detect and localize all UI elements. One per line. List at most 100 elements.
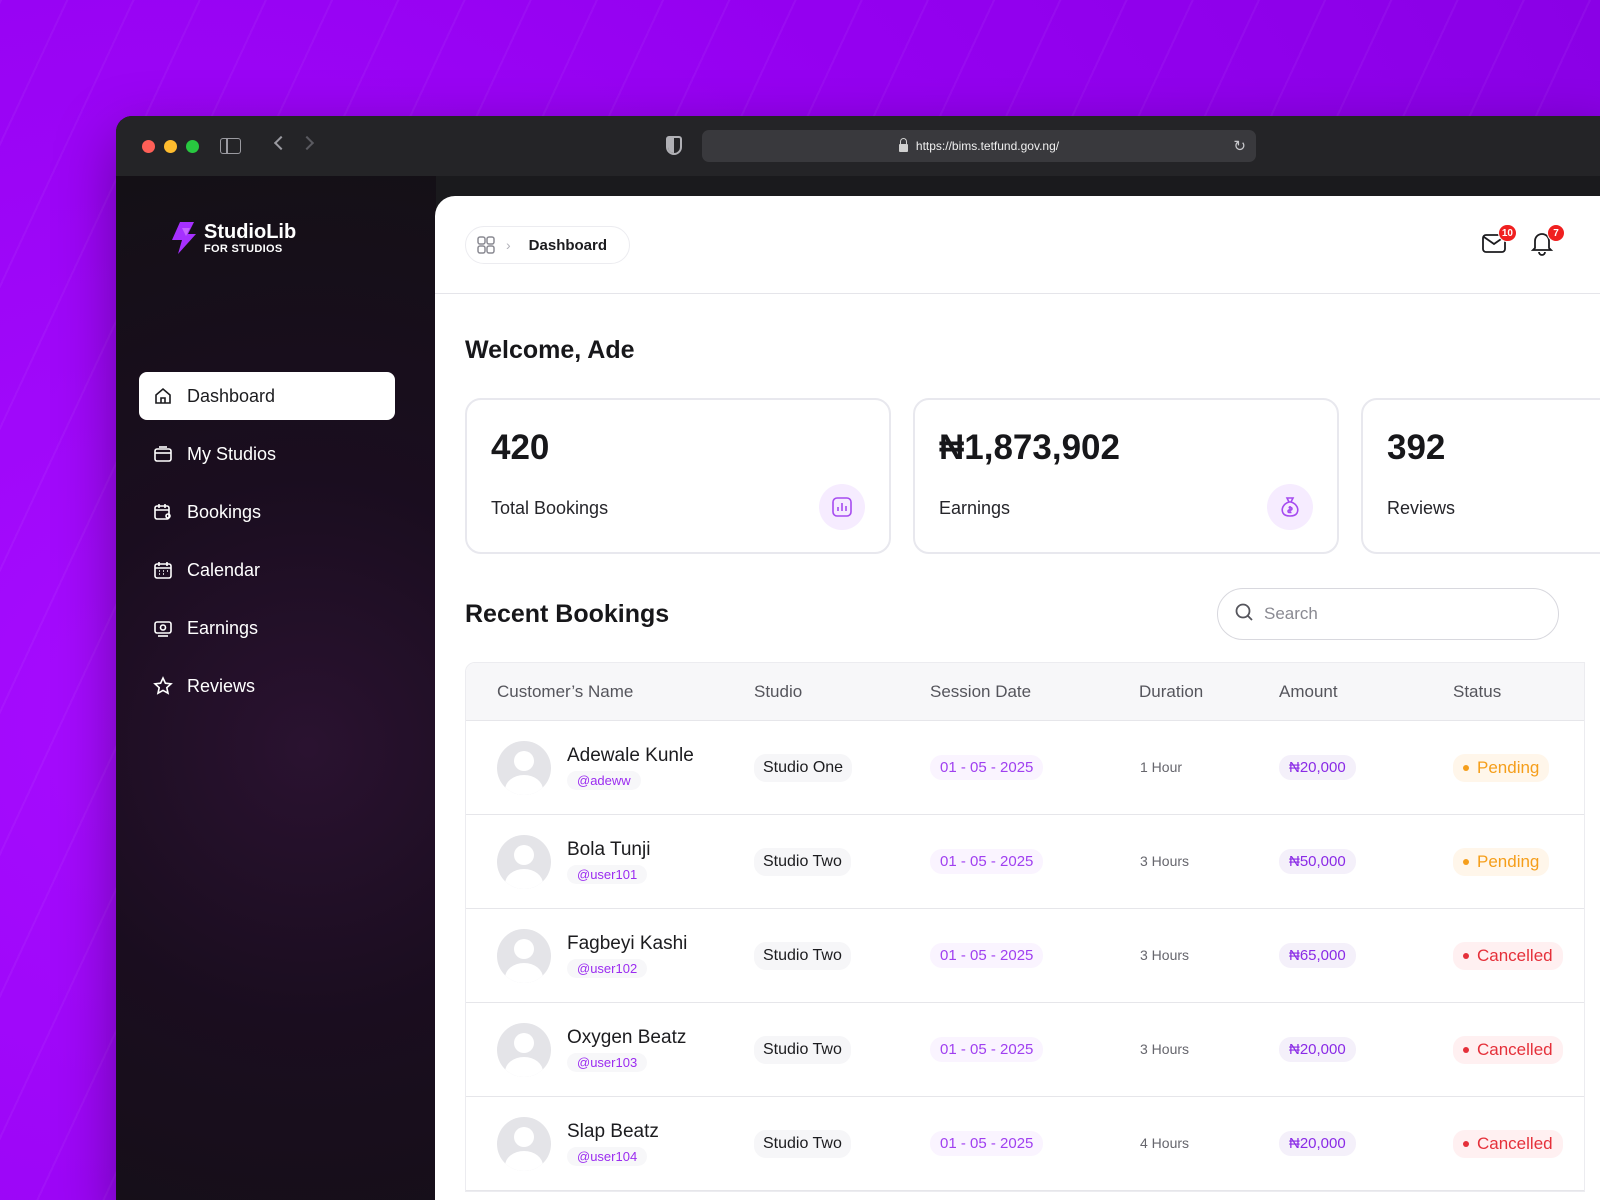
amount-cell: ₦20,000: [1279, 1037, 1356, 1062]
money-bag-icon: [1267, 484, 1313, 530]
duration-cell: 4 Hours: [1140, 1134, 1190, 1151]
sidebar-item-reviews[interactable]: Reviews: [139, 662, 395, 710]
sidebar-item-label: Reviews: [187, 675, 256, 696]
welcome-heading: Welcome, Ade: [465, 336, 635, 364]
avatar: [497, 1022, 551, 1077]
session-date-cell: 01 - 05 - 2025: [930, 755, 1044, 780]
amount-cell: ₦20,000: [1279, 755, 1356, 780]
logo-icon: [168, 220, 198, 256]
duration-cell: 3 Hours: [1140, 1040, 1190, 1057]
sidebar-item-bookings[interactable]: Bookings: [139, 488, 395, 536]
search-input[interactable]: [1264, 604, 1524, 624]
mail-button[interactable]: 10: [1481, 224, 1517, 260]
sidebar-menu: Dashboard My Studios Bookings Calendar E…: [139, 372, 395, 720]
avatar: [497, 928, 551, 983]
sidebar: StudioLib FOR STUDIOS Dashboard My Studi…: [116, 176, 436, 1200]
column-header-session-date[interactable]: Session Date: [930, 682, 1139, 702]
stats-row: 420 Total Bookings ₦1,873,902 Earnings 3…: [465, 398, 1600, 554]
star-icon: [153, 676, 173, 696]
status-badge: Cancelled: [1453, 1035, 1563, 1064]
customer-handle[interactable]: @user104: [567, 1147, 648, 1166]
sidebar-item-my-studios[interactable]: My Studios: [139, 430, 395, 478]
brand[interactable]: StudioLib FOR STUDIOS: [168, 220, 296, 256]
bell-icon: [1529, 233, 1555, 260]
session-date-cell: 01 - 05 - 2025: [930, 1131, 1044, 1156]
studio-cell: Studio Two: [754, 847, 851, 876]
amount-cell: ₦50,000: [1279, 849, 1356, 874]
maximize-window-button[interactable]: [186, 139, 199, 153]
recent-bookings-title: Recent Bookings: [465, 600, 670, 628]
stat-value: 420: [491, 428, 550, 467]
calendar-icon: [153, 560, 173, 580]
search-box[interactable]: [1217, 588, 1559, 640]
sidebar-item-earnings[interactable]: Earnings: [139, 604, 395, 652]
studio-cell: Studio Two: [754, 941, 851, 970]
customer-name: Adewale Kunle: [567, 745, 694, 766]
sidebar-item-calendar[interactable]: Calendar: [139, 546, 395, 594]
url-text: https://bims.tetfund.gov.ng/: [915, 139, 1060, 153]
sidebar-item-label: Calendar: [187, 559, 261, 580]
table-row[interactable]: Oxygen Beatz @user103 Studio Two 01 - 05…: [466, 1003, 1584, 1097]
table-row[interactable]: Fagbeyi Kashi @user102 Studio Two 01 - 0…: [466, 909, 1584, 1003]
customer-name: Fagbeyi Kashi: [567, 933, 688, 954]
browser-window: https://bims.tetfund.gov.ng/ ↻ StudioLib…: [116, 116, 1600, 1200]
window-controls: [142, 139, 199, 153]
stat-card-earnings: ₦1,873,902 Earnings: [913, 398, 1339, 554]
status-badge: Pending: [1453, 847, 1550, 876]
grid-icon[interactable]: [476, 235, 496, 255]
duration-cell: 3 Hours: [1140, 852, 1190, 869]
customer-handle[interactable]: @user102: [567, 959, 648, 978]
column-header-customer[interactable]: Customer’s Name: [466, 682, 754, 702]
back-arrow-icon[interactable]: [273, 135, 289, 151]
address-bar[interactable]: https://bims.tetfund.gov.ng/ ↻: [702, 130, 1256, 162]
notification-count-badge: 7: [1547, 224, 1565, 242]
studio-cell: Studio Two: [754, 1035, 851, 1064]
stat-label: Total Bookings: [491, 498, 609, 518]
shield-icon[interactable]: [666, 136, 682, 155]
sidebar-item-dashboard[interactable]: Dashboard: [139, 372, 395, 420]
reload-icon[interactable]: ↻: [1233, 137, 1246, 155]
wallet-icon: [153, 618, 173, 638]
app: StudioLib FOR STUDIOS Dashboard My Studi…: [116, 176, 1600, 1200]
column-header-amount[interactable]: Amount: [1279, 682, 1453, 702]
minimize-window-button[interactable]: [164, 139, 177, 153]
breadcrumb: › Dashboard: [465, 226, 631, 264]
top-bar: › Dashboard 10 7: [435, 196, 1600, 294]
duration-cell: 3 Hours: [1140, 946, 1190, 963]
close-window-button[interactable]: [142, 139, 155, 153]
session-date-cell: 01 - 05 - 2025: [930, 943, 1044, 968]
status-badge: Pending: [1453, 753, 1550, 782]
stat-value: ₦1,873,902: [939, 428, 1120, 467]
notifications-button[interactable]: 7: [1529, 224, 1565, 260]
customer-name: Bola Tunji: [567, 839, 651, 860]
mail-icon: [1481, 234, 1507, 260]
customer-handle[interactable]: @user103: [567, 1053, 648, 1072]
sidebar-item-label: Earnings: [187, 617, 259, 638]
brand-name: StudioLib: [204, 221, 297, 243]
table-row[interactable]: Slap Beatz @user104 Studio Two 01 - 05 -…: [466, 1097, 1584, 1191]
table-row[interactable]: Bola Tunji @user101 Studio Two 01 - 05 -…: [466, 815, 1584, 909]
table-row[interactable]: Adewale Kunle @adeww Studio One 01 - 05 …: [466, 721, 1584, 815]
customer-name: Oxygen Beatz: [567, 1027, 687, 1048]
brand-tagline: FOR STUDIOS: [204, 243, 283, 255]
customer-name: Slap Beatz: [567, 1121, 659, 1142]
status-badge: Cancelled: [1453, 941, 1563, 970]
column-header-status[interactable]: Status: [1453, 682, 1583, 702]
amount-cell: ₦20,000: [1279, 1131, 1356, 1156]
avatar: [497, 740, 551, 795]
chevron-right-icon: ›: [506, 237, 511, 253]
breadcrumb-current[interactable]: Dashboard: [520, 230, 616, 260]
stat-label: Reviews: [1387, 498, 1456, 518]
avatar: [497, 834, 551, 889]
customer-handle[interactable]: @user101: [567, 865, 648, 884]
sidebar-toggle-icon[interactable]: [220, 138, 241, 154]
studio-icon: [153, 444, 173, 464]
stat-card-total-bookings: 420 Total Bookings: [465, 398, 891, 554]
column-header-studio[interactable]: Studio: [754, 682, 930, 702]
customer-handle[interactable]: @adeww: [567, 771, 641, 790]
main-content: › Dashboard 10 7 Welcome, Ade 420 Total …: [435, 196, 1600, 1200]
forward-arrow-icon[interactable]: [299, 135, 315, 151]
column-header-duration[interactable]: Duration: [1139, 682, 1279, 702]
avatar: [497, 1116, 551, 1171]
session-date-cell: 01 - 05 - 2025: [930, 849, 1044, 874]
